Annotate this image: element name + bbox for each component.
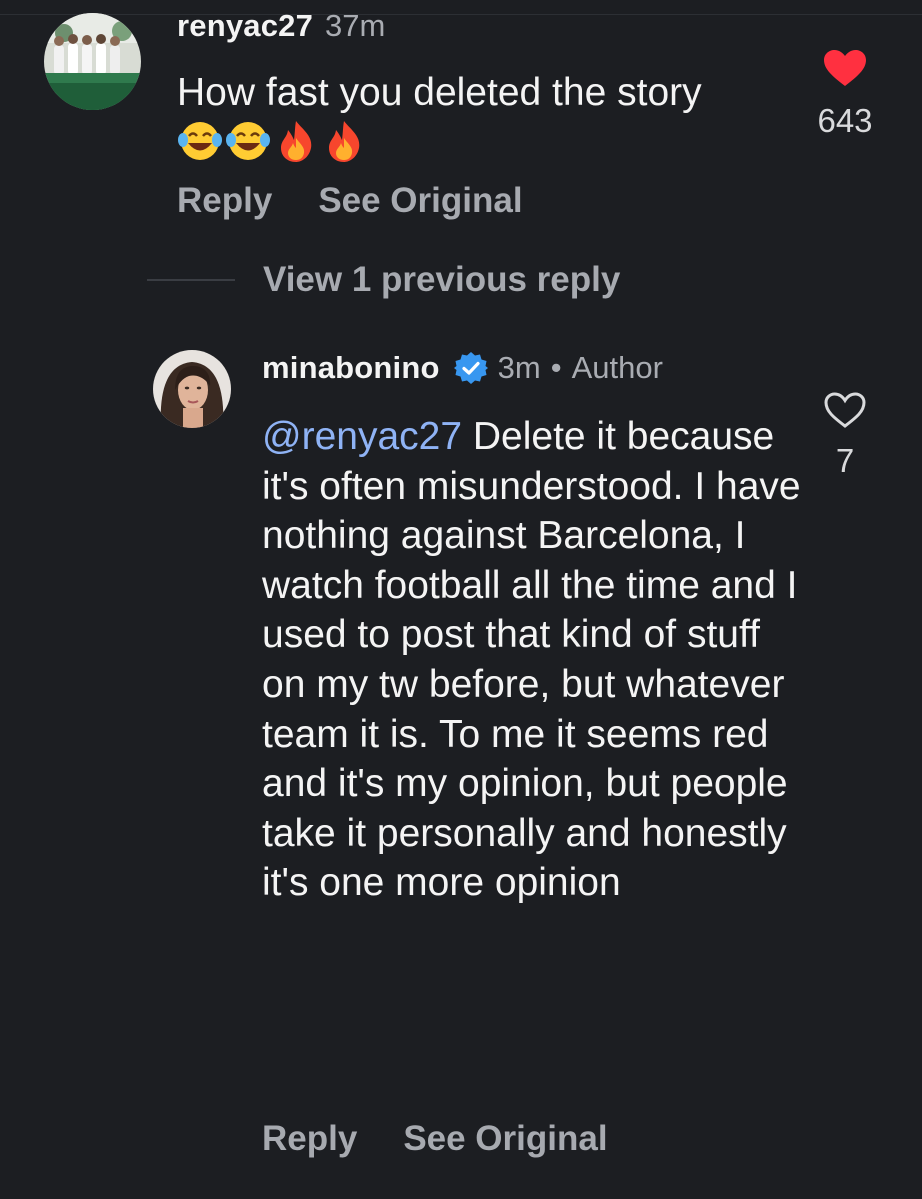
like-count: 7 — [835, 442, 855, 479]
heart-filled-icon[interactable] — [822, 48, 868, 88]
avatar[interactable] — [44, 13, 141, 110]
fire-emoji-icon — [329, 121, 360, 162]
view-replies-label[interactable]: View 1 previous reply — [263, 260, 620, 300]
reply-button[interactable]: Reply — [177, 181, 272, 221]
verified-badge-icon — [453, 352, 488, 384]
avatar[interactable] — [153, 350, 231, 428]
username[interactable]: minabonino — [262, 350, 440, 386]
avatar-photo-group — [44, 13, 141, 110]
joy-emoji-icon — [226, 122, 270, 160]
comment-actions: Reply See Original — [262, 1119, 608, 1159]
comment-header: minabonino 3m • Author — [262, 350, 663, 386]
comment-body: How fast you deleted the story — [177, 71, 702, 114]
author-badge: Author — [571, 350, 663, 385]
view-previous-replies[interactable]: View 1 previous reply — [147, 260, 620, 300]
heart-outline-icon[interactable] — [822, 390, 868, 430]
comments-screen: renyac27 37m How fast you deleted the st… — [0, 0, 922, 1199]
see-original-button[interactable]: See Original — [318, 181, 522, 221]
like-control: 7 — [800, 390, 890, 480]
timestamp: 37m — [325, 8, 386, 43]
comment-header: renyac27 37m — [177, 8, 385, 44]
like-control: 643 — [800, 48, 890, 140]
emoji-group — [177, 121, 369, 166]
like-count: 643 — [817, 102, 873, 139]
mention-link[interactable]: @renyac27 — [262, 415, 462, 458]
username[interactable]: renyac27 — [177, 8, 313, 44]
see-original-button[interactable]: See Original — [403, 1119, 607, 1159]
comment-body: Delete it because it's often misundersto… — [262, 415, 801, 905]
comment-actions: Reply See Original — [177, 181, 523, 221]
avatar-photo-portrait — [153, 350, 231, 428]
thread-line — [147, 279, 235, 281]
comment-text: How fast you deleted the story — [177, 68, 737, 170]
reply-button[interactable]: Reply — [262, 1119, 357, 1159]
timestamp: 3m — [497, 350, 541, 385]
separator: • — [550, 350, 562, 385]
divider — [0, 14, 922, 15]
fire-emoji-icon — [281, 121, 312, 162]
joy-emoji-icon — [178, 122, 222, 160]
comment-text: @renyac27 Delete it because it's often m… — [262, 412, 802, 908]
